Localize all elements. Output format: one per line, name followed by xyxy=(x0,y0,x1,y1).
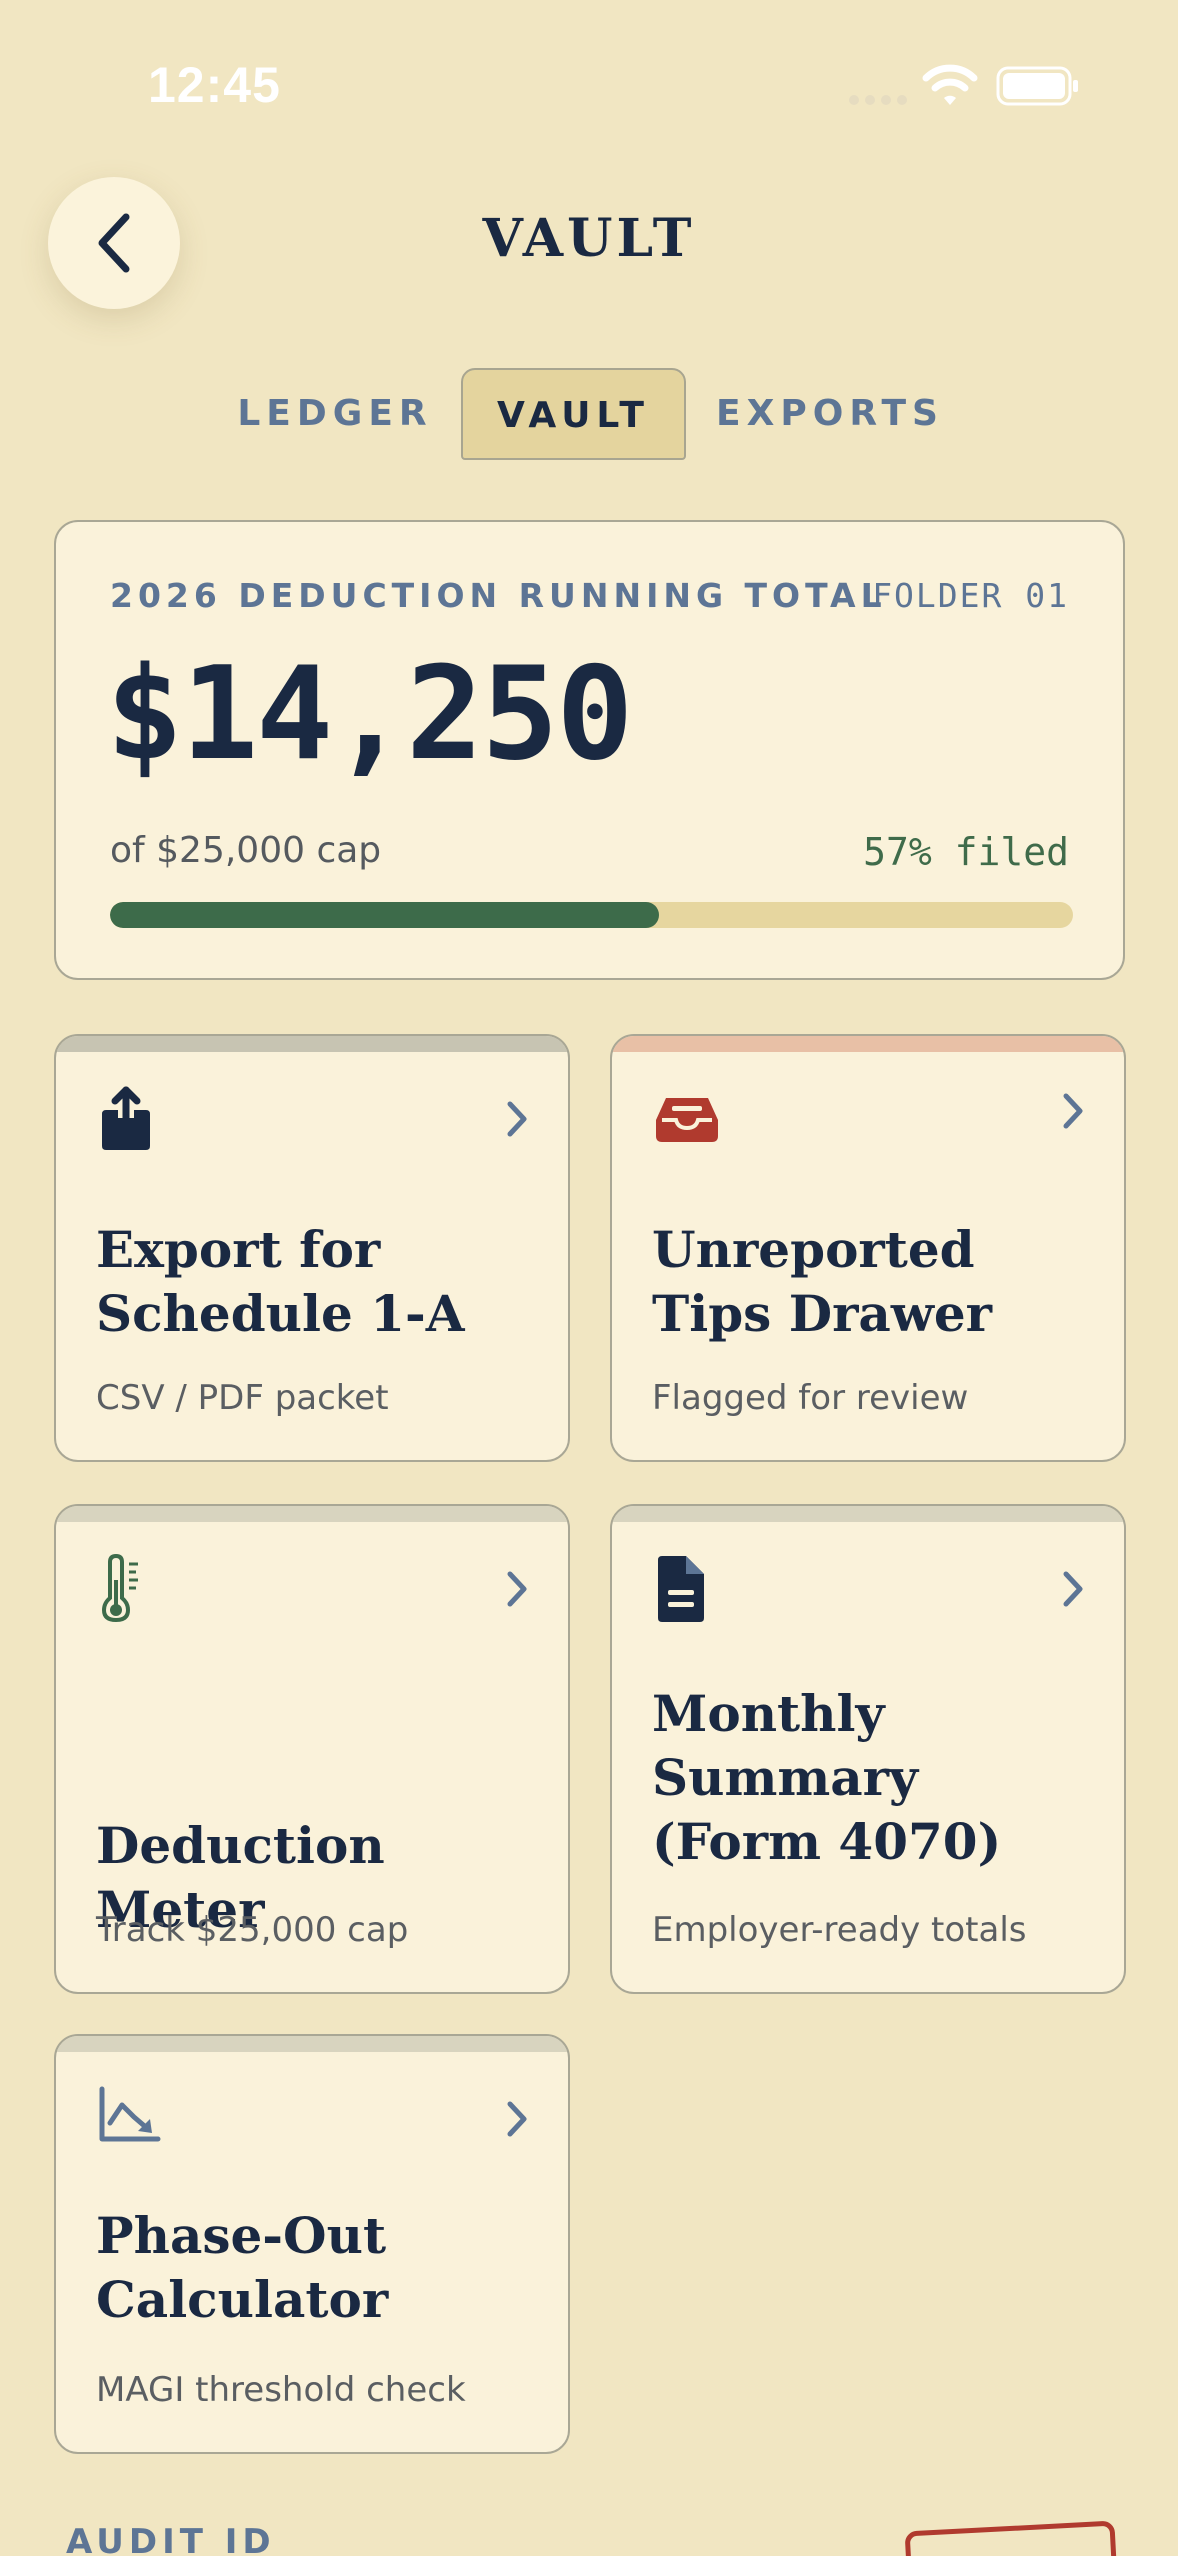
tile-accent-strip xyxy=(56,1036,568,1052)
progress-fill xyxy=(110,902,659,928)
tile-subtitle: Track $25,000 cap xyxy=(96,1910,409,1950)
page-title: VAULT xyxy=(482,208,696,269)
audit-id-label: AUDIT ID xyxy=(66,2522,276,2556)
chevron-right-icon xyxy=(507,1571,527,1607)
tab-exports[interactable]: EXPORTS xyxy=(710,368,950,460)
tab-ledger[interactable]: LEDGER xyxy=(230,368,440,460)
chevron-right-icon xyxy=(1063,1571,1083,1607)
tile-subtitle: Flagged for review xyxy=(652,1378,969,1418)
battery-icon xyxy=(996,66,1078,106)
inbox-tray-icon xyxy=(656,1098,718,1142)
status-time: 12:45 xyxy=(148,57,281,113)
total-amount: $14,250 xyxy=(106,640,633,789)
tile-title: Phase-Out Calculator xyxy=(96,2206,389,2329)
status-bar: 12:45 xyxy=(0,0,1178,170)
tile-unreported-tips[interactable]: Unreported Tips Drawer Flagged for revie… xyxy=(610,1034,1126,1462)
tile-accent-strip xyxy=(56,1506,568,1522)
tile-title: Export for Schedule 1-A xyxy=(96,1220,465,1343)
tile-subtitle: Employer-ready totals xyxy=(652,1910,1027,1950)
tile-monthly-summary[interactable]: Monthly Summary (Form 4070) Employer-rea… xyxy=(610,1504,1126,1994)
tile-title: Monthly Summary (Form 4070) xyxy=(652,1684,1002,1871)
cellular-signal-icon xyxy=(849,95,907,105)
progress-bar xyxy=(110,902,1073,928)
tab-vault[interactable]: VAULT xyxy=(461,368,686,460)
share-export-icon xyxy=(102,1086,150,1150)
chart-down-icon xyxy=(99,2086,161,2142)
tile-phase-out-calculator[interactable]: Phase-Out Calculator MAGI threshold chec… xyxy=(54,2034,570,2454)
tile-title: Unreported Tips Drawer xyxy=(652,1220,993,1343)
tile-export-schedule[interactable]: Export for Schedule 1-A CSV / PDF packet xyxy=(54,1034,570,1462)
tile-accent-strip xyxy=(612,1506,1124,1522)
tile-deduction-meter[interactable]: Deduction Meter Track $25,000 cap xyxy=(54,1504,570,1994)
audit-stamp xyxy=(904,2520,1118,2556)
total-label: 2026 DEDUCTION RUNNING TOTAL xyxy=(110,576,887,615)
tile-subtitle: CSV / PDF packet xyxy=(96,1378,389,1418)
tile-subtitle: MAGI threshold check xyxy=(96,2370,466,2410)
tile-accent-strip xyxy=(612,1036,1124,1052)
document-icon xyxy=(658,1556,704,1622)
chevron-right-icon xyxy=(507,1101,527,1137)
deduction-total-card: 2026 DEDUCTION RUNNING TOTAL FOLDER 01 $… xyxy=(54,520,1125,980)
chevron-right-icon xyxy=(1063,1093,1083,1129)
wifi-icon xyxy=(922,64,978,105)
thermometer-icon xyxy=(101,1554,138,1623)
chevron-right-icon xyxy=(507,2101,527,2137)
folder-label: FOLDER 01 xyxy=(872,576,1069,615)
filed-percent: 57% filed xyxy=(863,830,1069,874)
cap-text: of $25,000 cap xyxy=(110,830,382,871)
tab-bar: LEDGER VAULT EXPORTS xyxy=(0,368,1178,460)
tile-accent-strip xyxy=(56,2036,568,2052)
